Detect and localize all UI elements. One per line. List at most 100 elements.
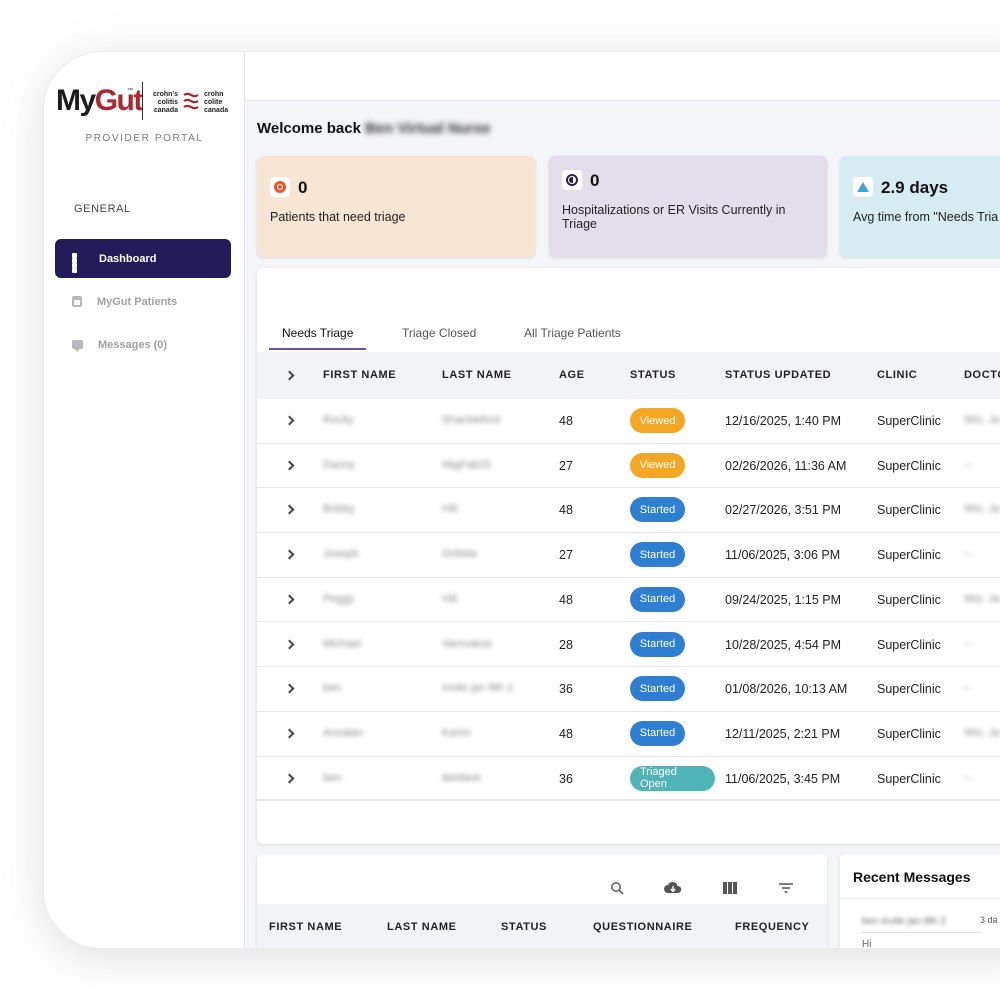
ccc-logo-fr: crohn colite canada <box>204 91 229 114</box>
filter-icon[interactable] <box>777 880 795 896</box>
tab-all-triage-patients[interactable]: All Triage Patients <box>511 326 634 350</box>
sidebar-item-label: MyGut Patients <box>97 295 178 308</box>
table-row[interactable]: Danny MigFab25 27 Viewed 02/26/2026, 11:36 A… <box>257 444 1000 489</box>
col-frequency[interactable]: FREQUENCY <box>735 921 809 933</box>
table-row[interactable]: Rocky Shackleford 48 Viewed 12/16/2025, 1:40… <box>257 399 1000 444</box>
message-sender[interactable]: ben invite jan 8th 2 <box>862 916 946 927</box>
cell-clinic: SuperClinic <box>877 503 941 518</box>
questionnaires-card: FIRST NAME LAST NAME STATUS QUESTIONNAIR… <box>257 854 827 948</box>
columns-icon[interactable] <box>721 880 739 896</box>
expand-row-chevron-icon[interactable] <box>284 773 295 784</box>
cell-status-updated: 02/27/2026, 3:51 PM <box>725 503 842 518</box>
cell-doctor: Wiz, Ja <box>964 592 1000 605</box>
stat-card-hospitalizations[interactable]: 0 Hospitalizations or ER Visits Currentl… <box>549 156 827 257</box>
expand-row-chevron-icon[interactable] <box>284 415 295 426</box>
message-preview[interactable]: Hi <box>862 939 871 948</box>
cell-last-name: invite jan 8th 2 <box>442 682 513 695</box>
cell-doctor: Wiz, Ja <box>964 503 1000 516</box>
logo-gut: Gut <box>94 84 144 117</box>
questionnaires-table-header: FIRST NAME LAST NAME STATUS QUESTIONNAIR… <box>257 904 827 948</box>
mygut-logo[interactable]: MyGut ™ crohn's colitis canada crohn col… <box>56 82 236 122</box>
tab-needs-triage[interactable]: Needs Triage <box>269 326 367 350</box>
stat-card-needs-triage[interactable]: 0 Patients that need triage <box>257 156 535 257</box>
triage-panel: Needs Triage Triage Closed All Triage Pa… <box>257 268 1000 844</box>
stat-value: 0 <box>298 178 308 197</box>
col-first-name[interactable]: FIRST NAME <box>269 921 342 933</box>
table-row[interactable]: Joseph Gribble 27 Started 11/06/2025, 3:06 P… <box>257 533 1000 578</box>
table-row[interactable]: ben ttesttest 36 Triaged Open 11/06/2025, 3:… <box>257 757 1000 802</box>
cell-last-name: Hill <box>442 592 458 605</box>
triangle-icon <box>857 182 869 192</box>
sidebar-item-messages[interactable]: Messages (0) <box>55 325 231 364</box>
table-row[interactable]: ben invite jan 8th 2 36 Started 01/08/2026, … <box>257 667 1000 712</box>
cell-doctor: -- <box>964 458 972 471</box>
col-first-name[interactable]: FIRST NAME <box>323 369 396 381</box>
triage-table-header: FIRST NAME LAST NAME AGE STATUS STATUS U… <box>257 352 1000 399</box>
sidebar-item-label: Dashboard <box>99 252 157 265</box>
cell-clinic: SuperClinic <box>877 726 941 741</box>
cell-first-name: Ansalan <box>323 726 363 739</box>
table-row[interactable]: Peggy Hill 48 Started 09/24/2025, 1:15 PM Sup… <box>257 578 1000 623</box>
sidebar-item-dashboard[interactable]: Dashboard <box>55 239 231 278</box>
expand-row-chevron-icon[interactable] <box>284 549 295 560</box>
table-row[interactable]: Michael Vamvakas 28 Started 10/28/2025, 4:54… <box>257 623 1000 668</box>
col-age[interactable]: AGE <box>559 369 585 381</box>
expand-all-chevron-icon[interactable] <box>284 370 295 381</box>
target-icon-badge <box>270 177 290 197</box>
stat-card-avg-time[interactable]: 2.9 days Avg time from "Needs Tria <box>840 156 1000 257</box>
table-row[interactable]: Bobby Hill 48 Started 02/27/2026, 3:51 PM Sup… <box>257 488 1000 534</box>
table-footer <box>257 799 1000 844</box>
table-row[interactable]: Ansalan Karim 48 Started 12/11/2025, 2:21 PM… <box>257 712 1000 757</box>
cell-last-name: Vamvakas <box>442 637 493 650</box>
col-status[interactable]: STATUS <box>630 369 676 381</box>
ccc-ribbon-icon <box>183 92 199 110</box>
cell-doctor: -- <box>964 548 972 561</box>
cell-first-name: ben <box>323 771 342 784</box>
cell-clinic: SuperClinic <box>877 771 941 786</box>
target-icon <box>274 181 286 193</box>
cell-age: 48 <box>559 503 573 518</box>
cell-first-name: Peggy <box>323 592 355 605</box>
expand-row-chevron-icon[interactable] <box>284 728 295 739</box>
cell-age: 28 <box>559 637 573 652</box>
status-badge: Viewed <box>630 452 685 478</box>
expand-row-chevron-icon[interactable] <box>284 683 295 694</box>
cell-first-name: Bobby <box>323 503 355 516</box>
logo-my: My <box>56 84 96 117</box>
cell-last-name: ttesttest <box>442 771 481 784</box>
expand-row-chevron-icon[interactable] <box>284 460 295 471</box>
cell-first-name: ben <box>323 682 342 695</box>
calendar-icon <box>72 296 82 307</box>
sidebar-item-label: Messages (0) <box>98 338 168 351</box>
cell-status-updated: 10/28/2025, 4:54 PM <box>725 637 842 652</box>
tab-triage-closed[interactable]: Triage Closed <box>389 326 489 350</box>
search-icon[interactable] <box>608 880 626 896</box>
sidebar-item-mygut-patients[interactable]: MyGut Patients <box>55 282 231 321</box>
status-badge: Started <box>630 497 685 523</box>
cell-clinic: SuperClinic <box>877 414 941 428</box>
col-status-updated[interactable]: STATUS UPDATED <box>725 369 831 381</box>
cloud-download-icon[interactable] <box>664 880 682 896</box>
cell-status-updated: 12/16/2025, 1:40 PM <box>725 414 842 428</box>
stat-value: 2.9 days <box>881 178 949 197</box>
col-questionnaire[interactable]: QUESTIONNAIRE <box>593 921 692 933</box>
expand-row-chevron-icon[interactable] <box>284 639 295 649</box>
col-status[interactable]: STATUS <box>501 921 547 933</box>
cell-clinic: SuperClinic <box>877 458 941 473</box>
expand-row-chevron-icon[interactable] <box>284 504 295 515</box>
col-last-name[interactable]: LAST NAME <box>442 369 512 381</box>
cell-first-name: Danny <box>323 458 355 471</box>
cell-status-updated: 01/08/2026, 10:13 AM <box>725 682 848 697</box>
cell-last-name: Shackleford <box>442 414 501 426</box>
col-doctor[interactable]: DOCTO <box>964 369 1000 381</box>
col-last-name[interactable]: LAST NAME <box>387 921 457 933</box>
cell-last-name: Karim <box>442 726 471 739</box>
col-clinic[interactable]: CLINIC <box>877 369 917 381</box>
expand-row-chevron-icon[interactable] <box>284 594 295 605</box>
cell-status-updated: 02/26/2026, 11:36 AM <box>725 458 847 473</box>
message-icon <box>72 340 83 352</box>
logo-trademark: ™ <box>127 88 133 94</box>
moon-icon <box>566 174 578 186</box>
top-bar <box>245 52 1000 101</box>
welcome-text: Welcome back <box>257 120 361 137</box>
